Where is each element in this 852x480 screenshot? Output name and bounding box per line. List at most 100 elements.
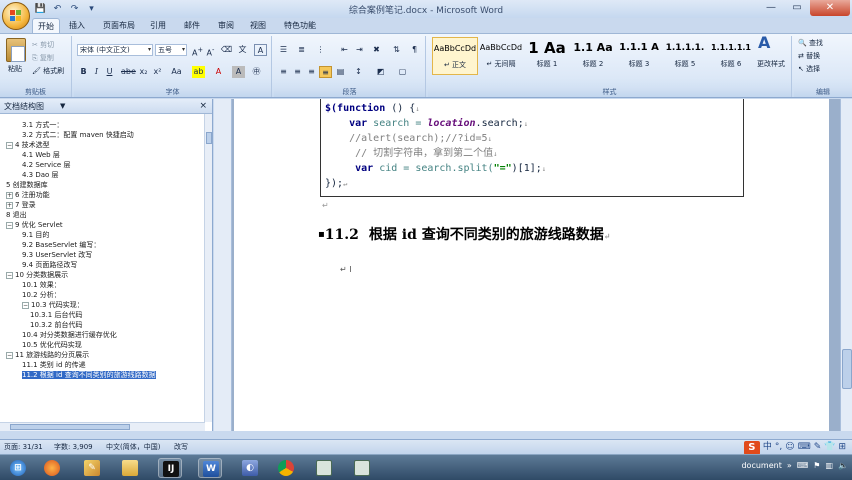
tray-volume-icon[interactable]: 🔈 (838, 461, 848, 470)
document-map-item[interactable]: 5 创建数据库 (6, 181, 48, 190)
start-button[interactable]: ⊞ (4, 458, 34, 478)
collapse-icon[interactable]: − (6, 142, 13, 149)
page-count[interactable]: 页面: 31/31 (4, 440, 43, 455)
style-normal[interactable]: AaBbCcDd ↵ 正文 (432, 37, 478, 75)
tray-flag-icon[interactable]: ⚑ (813, 461, 820, 470)
clear-format-icon[interactable]: ⌫ (220, 44, 233, 56)
underline-icon[interactable]: U (103, 66, 116, 78)
style-heading-1[interactable]: 1 Aa 标题 1 (524, 37, 570, 75)
taskbar-chrome[interactable] (274, 458, 298, 478)
document-page[interactable]: $(function () {↓ var search = location.s… (234, 99, 829, 431)
document-map-item[interactable]: 4.2 Service 层 (22, 161, 70, 170)
align-center-icon[interactable]: ≡ (291, 66, 304, 78)
document-map-scrollbar[interactable] (204, 114, 212, 422)
document-map-item[interactable]: 10.4 对分类数据进行缓存优化 (22, 331, 117, 340)
scrollbar-thumb[interactable] (206, 132, 212, 144)
multilevel-list-icon[interactable]: ⋮ (314, 44, 327, 56)
document-map-item[interactable]: +7 登录 (6, 201, 36, 210)
document-map-item[interactable]: −10 分类数据展示 (6, 271, 68, 280)
document-map-item[interactable]: −4 技术选型 (6, 141, 50, 150)
style-heading-6[interactable]: 1.1.1.1.1 标题 6 (708, 37, 754, 75)
ime-emoji-icon[interactable]: ☺ (785, 440, 794, 455)
ime-toolbox-icon[interactable]: ⊞ (838, 440, 846, 455)
shrink-font-icon[interactable]: A- (204, 44, 217, 58)
document-map-item[interactable]: −11 旅游线路的分页展示 (6, 351, 89, 360)
scrollbar-thumb[interactable] (842, 349, 852, 389)
tray-label[interactable]: document (741, 461, 781, 470)
style-heading-2[interactable]: 1.1 Aa 标题 2 (570, 37, 616, 75)
taskbar-eclipse[interactable]: ◐ (238, 458, 262, 478)
tab-view[interactable]: 视图 (246, 18, 270, 33)
document-map-item[interactable]: −9 优化 Servlet (6, 221, 63, 230)
style-heading-5[interactable]: 1.1.1.1. 标题 5 (662, 37, 708, 75)
tray-network-icon[interactable]: ▥ (825, 461, 833, 470)
tray-arrow-icon[interactable]: » (787, 461, 792, 470)
collapse-icon[interactable]: − (6, 352, 13, 359)
find-button[interactable]: 🔍 查找 (798, 38, 823, 49)
phonetic-guide-icon[interactable]: 文 (236, 44, 249, 56)
tab-references[interactable]: 引用 (146, 18, 170, 33)
document-map-item[interactable]: 9.3 UserServlet 改写 (22, 251, 92, 260)
taskbar-explorer[interactable] (118, 458, 142, 478)
increase-indent-icon[interactable]: ⇥ (353, 44, 366, 56)
taskbar-app-window-2[interactable] (350, 458, 374, 478)
document-map-item[interactable]: 11.2 根据 id 查询不同类别的旅游线路数据 (22, 371, 156, 380)
collapse-icon[interactable]: − (6, 272, 13, 279)
paste-icon[interactable] (6, 38, 26, 62)
document-map-item[interactable]: 3.1 方式一： (22, 121, 63, 130)
taskbar-app-window-1[interactable] (312, 458, 336, 478)
document-map-item[interactable]: 11.1 类别 id 的传递 (22, 361, 86, 370)
tab-special-features[interactable]: 特色功能 (280, 18, 320, 33)
heading-11-2[interactable]: ▪11.2 根据 id 查询不同类别的旅游线路数据↵ (318, 224, 610, 244)
document-map-item[interactable]: 4.3 Dao 层 (22, 171, 59, 180)
sort-icon[interactable]: ⇅ (390, 44, 403, 56)
ime-handwriting-icon[interactable]: ✎ (814, 440, 822, 455)
change-styles-icon[interactable]: A (758, 35, 770, 51)
expand-icon[interactable]: + (6, 202, 13, 209)
strikethrough-icon[interactable]: abe (121, 66, 136, 78)
ime-chinese-mode[interactable]: 中 (763, 440, 772, 455)
style-heading-3[interactable]: 1.1.1 A 标题 3 (616, 37, 662, 75)
expand-icon[interactable]: + (6, 192, 13, 199)
collapse-icon[interactable]: − (6, 222, 13, 229)
char-shading-icon[interactable]: A (232, 66, 245, 78)
document-map-item[interactable]: −10.3 代码实现： (22, 301, 84, 310)
replace-button[interactable]: ⇄ 替换 (798, 51, 820, 62)
office-button[interactable] (2, 2, 30, 30)
align-left-icon[interactable]: ≡ (277, 66, 290, 78)
document-map-item[interactable]: 10.2 分析： (22, 291, 61, 300)
italic-icon[interactable]: I (90, 66, 103, 78)
cut-button[interactable]: ✂ 剪切 (32, 40, 54, 51)
font-name-select[interactable]: 宋体 (中文正文) ▾ (77, 44, 153, 56)
ime-punctuation-icon[interactable]: °, (775, 440, 782, 455)
taskbar-firefox[interactable] (40, 458, 64, 478)
shading-icon[interactable]: ◩ (374, 66, 387, 78)
document-map-item[interactable]: 4.1 Web 层 (22, 151, 60, 160)
sogou-logo-icon[interactable]: S (743, 440, 760, 455)
close-icon[interactable]: × (199, 99, 207, 114)
document-map-item[interactable]: 10.3.1 后台代码 (30, 311, 83, 320)
ime-keyboard-icon[interactable]: ⌨ (798, 440, 811, 455)
style-no-spacing[interactable]: AaBbCcDd ↵ 无间隔 (478, 37, 524, 75)
taskbar-word[interactable]: W (198, 458, 222, 478)
asian-layout-icon[interactable]: ✖ (370, 44, 383, 56)
document-map-item[interactable]: 10.1 效果： (22, 281, 61, 290)
maximize-button[interactable]: ▭ (784, 0, 810, 16)
format-painter-button[interactable]: 🖌 格式刷 (32, 66, 64, 77)
justify-icon[interactable]: ≡ (319, 66, 332, 78)
document-map-item[interactable]: 3.2 方式二：配置 maven 快捷启动 (22, 131, 134, 140)
minimize-button[interactable]: — (758, 0, 784, 16)
decrease-indent-icon[interactable]: ⇤ (338, 44, 351, 56)
collapse-icon[interactable]: − (22, 302, 29, 309)
word-count[interactable]: 字数: 3,909 (54, 440, 93, 455)
line-spacing-icon[interactable]: ↕ (352, 66, 365, 78)
change-case-icon[interactable]: Aa (170, 66, 183, 78)
show-marks-icon[interactable]: ¶ (408, 44, 421, 56)
document-map-item[interactable]: 9.2 BaseServlet 编写： (22, 241, 100, 250)
document-scrollbar[interactable] (840, 99, 852, 431)
font-size-select[interactable]: 五号 ▾ (155, 44, 187, 56)
enclose-char-icon[interactable]: ㊥ (250, 66, 263, 78)
chevron-down-icon[interactable]: ▼ (60, 99, 65, 114)
tray-keyboard-icon[interactable]: ⌨ (797, 461, 809, 470)
distributed-icon[interactable]: ▤ (334, 66, 347, 78)
